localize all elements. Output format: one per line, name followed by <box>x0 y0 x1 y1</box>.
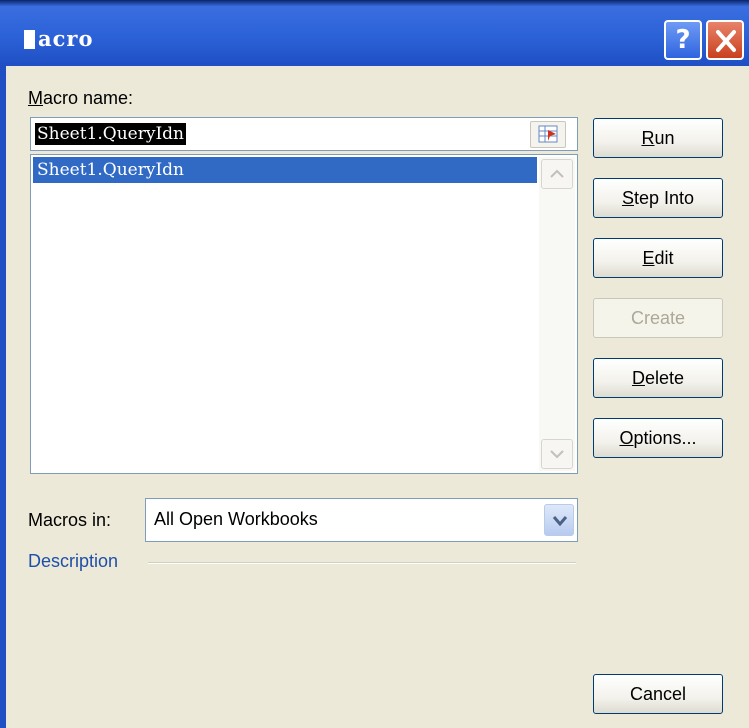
scroll-up-button[interactable] <box>541 159 573 189</box>
cancel-button[interactable]: Cancel <box>593 674 723 714</box>
step-into-button[interactable]: Step Into <box>593 178 723 218</box>
ref-edit-icon <box>538 125 558 143</box>
delete-button[interactable]: Delete <box>593 358 723 398</box>
macros-in-label: Macros in: <box>28 510 112 530</box>
options-button[interactable]: Options... <box>593 418 723 458</box>
scroll-down-icon <box>550 450 564 459</box>
macro-dialog: acro ? Macro name: Sheet1.QueryIdn Sheet… <box>0 0 749 728</box>
scroll-down-button[interactable] <box>541 439 573 469</box>
description-label: Description <box>28 551 119 571</box>
macros-in-dropdown-button[interactable] <box>544 504 574 536</box>
ref-edit-button[interactable] <box>530 121 566 148</box>
close-icon <box>716 30 736 52</box>
window-icon <box>24 30 35 49</box>
macro-listbox[interactable]: Sheet1.QueryIdn <box>30 154 578 474</box>
macro-name-label: Macro name: <box>28 88 134 108</box>
window-title: acro <box>38 26 94 51</box>
close-button[interactable] <box>706 20 744 60</box>
macro-name-value: Sheet1.QueryIdn <box>35 123 186 145</box>
macro-name-input[interactable]: Sheet1.QueryIdn <box>30 117 578 151</box>
chevron-down-icon <box>552 516 568 527</box>
list-item[interactable]: Sheet1.QueryIdn <box>33 157 537 183</box>
edit-button[interactable]: Edit <box>593 238 723 278</box>
run-button[interactable]: Run <box>593 118 723 158</box>
macros-in-value: All Open Workbooks <box>154 509 318 529</box>
window-left-border <box>0 66 6 728</box>
vertical-scrollbar[interactable] <box>539 157 575 471</box>
help-button[interactable]: ? <box>664 20 702 60</box>
description-divider <box>148 562 576 564</box>
create-button: Create <box>593 298 723 338</box>
scroll-up-icon <box>550 169 564 178</box>
macros-in-select[interactable]: All Open Workbooks <box>145 498 578 542</box>
title-bar[interactable]: acro ? <box>0 0 749 66</box>
help-icon: ? <box>675 25 691 55</box>
